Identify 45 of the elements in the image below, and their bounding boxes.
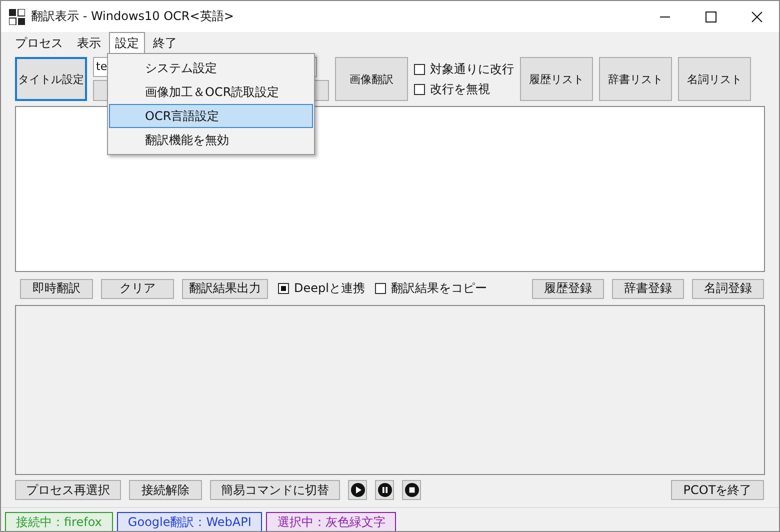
list-button[interactable]: 履歴リスト xyxy=(520,57,593,101)
checkbox-label: 対象通りに改行 xyxy=(430,60,514,78)
image-translate-button[interactable]: 画像翻訳 xyxy=(335,57,408,101)
action-button[interactable]: 翻訳結果出力 xyxy=(182,278,268,298)
command-button[interactable]: プロセス再選択 xyxy=(15,480,121,500)
checkbox-label: Deeplと連携 xyxy=(294,280,365,297)
menu-item[interactable]: 表示 xyxy=(71,32,107,54)
pause-icon xyxy=(378,483,392,497)
app-icon xyxy=(9,8,25,24)
menu-item[interactable]: 終了 xyxy=(147,32,183,54)
register-button[interactable]: 履歴登録 xyxy=(532,278,604,298)
play-icon xyxy=(350,483,364,497)
stop-icon xyxy=(404,483,418,497)
menu-item[interactable]: 設定 xyxy=(109,32,145,54)
status-label: 接続中：firefox xyxy=(5,512,113,531)
checkbox[interactable] xyxy=(414,84,425,94)
title-setting-button[interactable]: タイトル設定 xyxy=(15,57,87,101)
status-label: 選択中：灰色緑文字 xyxy=(266,512,396,531)
list-button[interactable]: 辞書リスト xyxy=(599,57,672,101)
checkbox[interactable] xyxy=(278,283,289,294)
exit-button[interactable]: PCOTを終了 xyxy=(671,480,764,500)
status-label: Google翻訳：WebAPI xyxy=(116,512,262,531)
checkbox-label: 翻訳結果をコピー xyxy=(390,280,487,297)
checkbox-label: 改行を無視 xyxy=(430,80,490,98)
menu-option[interactable]: システム設定 xyxy=(109,56,313,80)
action-button[interactable]: クリア xyxy=(101,278,174,298)
menu-option[interactable]: 翻訳機能を無効 xyxy=(109,128,313,152)
command-button[interactable]: 簡易コマンドに切替 xyxy=(210,480,340,500)
list-button[interactable]: 名詞リスト xyxy=(678,57,751,101)
maximize-icon[interactable] xyxy=(705,10,717,22)
checkbox[interactable] xyxy=(414,64,425,74)
register-button[interactable]: 名詞登録 xyxy=(692,278,764,298)
play-button[interactable] xyxy=(348,480,367,500)
command-button[interactable]: 接続解除 xyxy=(129,480,202,500)
menu-item[interactable]: プロセス xyxy=(9,32,69,54)
menu-option[interactable]: OCR言語設定 xyxy=(109,104,313,128)
menu-option[interactable]: 画像加工＆OCR読取設定 xyxy=(109,80,313,104)
checkbox[interactable] xyxy=(374,283,386,294)
source-text-area[interactable] xyxy=(15,106,765,272)
close-icon[interactable] xyxy=(751,10,763,22)
pause-button[interactable] xyxy=(375,480,394,500)
window-title: 翻訳表示 - Windows10 OCR<英語> xyxy=(31,8,234,25)
stop-button[interactable] xyxy=(402,480,421,500)
action-button[interactable]: 即時翻訳 xyxy=(20,278,93,298)
register-button[interactable]: 辞書登録 xyxy=(612,278,684,298)
